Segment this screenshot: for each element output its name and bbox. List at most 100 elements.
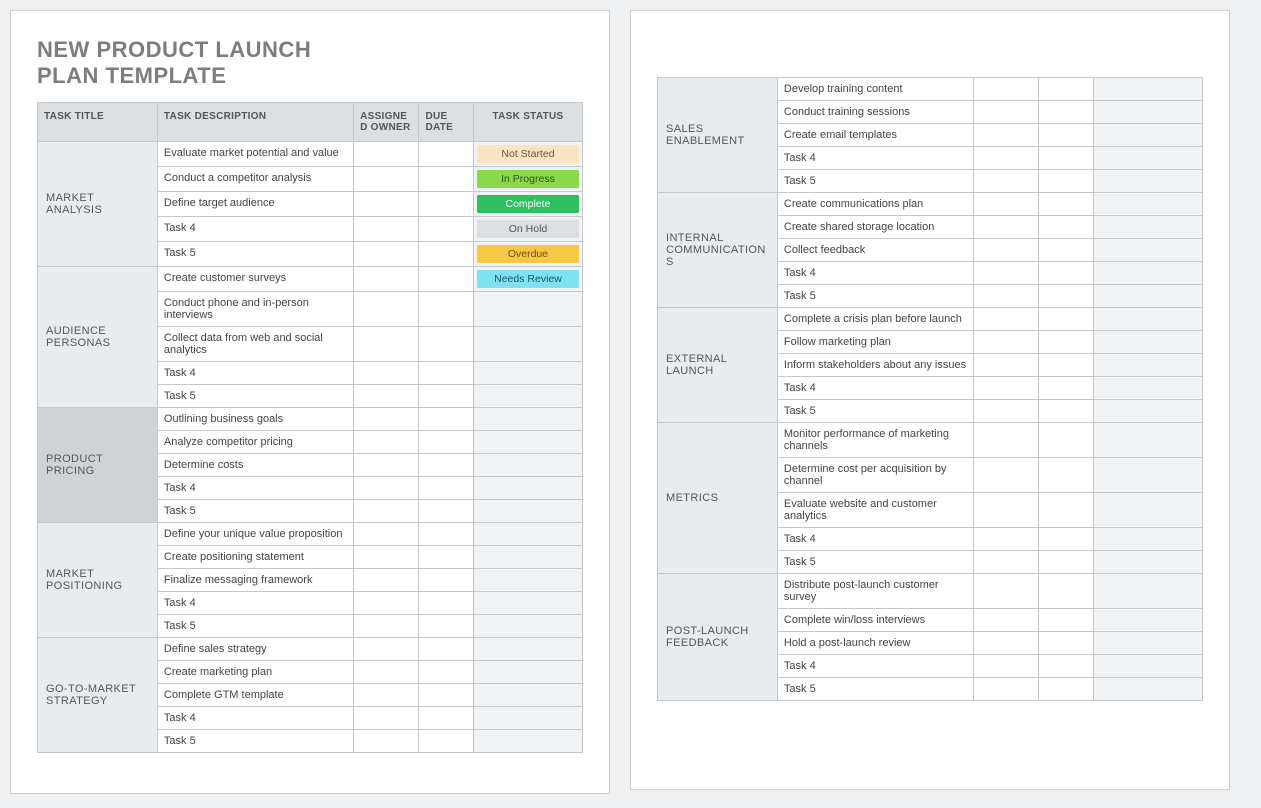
task-status bbox=[473, 706, 582, 729]
due-date bbox=[1039, 354, 1094, 377]
assigned-owner bbox=[354, 430, 419, 453]
task-status: Overdue bbox=[473, 241, 582, 266]
due-date bbox=[419, 568, 474, 591]
assigned-owner bbox=[974, 678, 1039, 701]
task-description: Evaluate market potential and value bbox=[157, 141, 353, 166]
assigned-owner bbox=[974, 551, 1039, 574]
task-status bbox=[473, 568, 582, 591]
due-date bbox=[419, 683, 474, 706]
due-date bbox=[419, 326, 474, 361]
task-description: Define target audience bbox=[157, 191, 353, 216]
due-date bbox=[419, 476, 474, 499]
status-pill: Complete bbox=[477, 195, 579, 213]
task-status bbox=[1093, 124, 1202, 147]
assigned-owner bbox=[354, 637, 419, 660]
due-date bbox=[1039, 458, 1094, 493]
assigned-owner bbox=[354, 384, 419, 407]
task-description: Task 4 bbox=[157, 216, 353, 241]
due-date bbox=[419, 216, 474, 241]
task-status bbox=[473, 522, 582, 545]
assigned-owner bbox=[974, 574, 1039, 609]
task-status bbox=[1093, 262, 1202, 285]
due-date bbox=[1039, 101, 1094, 124]
due-date bbox=[1039, 147, 1094, 170]
due-date bbox=[419, 407, 474, 430]
task-description: Finalize messaging framework bbox=[157, 568, 353, 591]
assigned-owner bbox=[354, 407, 419, 430]
task-status bbox=[1093, 216, 1202, 239]
task-description: Task 5 bbox=[157, 499, 353, 522]
task-description: Conduct training sessions bbox=[777, 101, 973, 124]
task-status bbox=[1093, 528, 1202, 551]
assigned-owner bbox=[974, 78, 1039, 101]
task-description: Determine costs bbox=[157, 453, 353, 476]
task-description: Task 5 bbox=[157, 614, 353, 637]
status-pill: Needs Review bbox=[477, 270, 579, 288]
assigned-owner bbox=[974, 193, 1039, 216]
section-title: METRICS bbox=[658, 423, 778, 574]
assigned-owner bbox=[974, 170, 1039, 193]
task-status bbox=[473, 499, 582, 522]
task-status bbox=[473, 545, 582, 568]
due-date bbox=[419, 291, 474, 326]
due-date bbox=[1039, 239, 1094, 262]
task-status bbox=[473, 291, 582, 326]
task-row: AUDIENCE PERSONASCreate customer surveys… bbox=[38, 266, 583, 291]
task-status bbox=[473, 637, 582, 660]
task-description: Distribute post-launch customer survey bbox=[777, 574, 973, 609]
task-status bbox=[473, 476, 582, 499]
task-description: Inform stakeholders about any issues bbox=[777, 354, 973, 377]
task-description: Complete win/loss interviews bbox=[777, 609, 973, 632]
assigned-owner bbox=[974, 655, 1039, 678]
due-date bbox=[419, 361, 474, 384]
task-description: Task 4 bbox=[777, 655, 973, 678]
section-title: AUDIENCE PERSONAS bbox=[38, 266, 158, 407]
assigned-owner bbox=[974, 216, 1039, 239]
task-description: Create customer surveys bbox=[157, 266, 353, 291]
task-description: Task 4 bbox=[777, 147, 973, 170]
task-status bbox=[1093, 285, 1202, 308]
task-status: Not Started bbox=[473, 141, 582, 166]
task-status bbox=[473, 407, 582, 430]
assigned-owner bbox=[354, 591, 419, 614]
assigned-owner bbox=[974, 609, 1039, 632]
plan-table-page2: SALES ENABLEMENTDevelop training content… bbox=[657, 77, 1203, 701]
task-description: Define sales strategy bbox=[157, 637, 353, 660]
task-row: MARKET POSITIONINGDefine your unique val… bbox=[38, 522, 583, 545]
assigned-owner bbox=[974, 423, 1039, 458]
task-row: METRICSMonitor performance of marketing … bbox=[658, 423, 1203, 458]
task-description: Analyze competitor pricing bbox=[157, 430, 353, 453]
task-status bbox=[473, 614, 582, 637]
task-description: Task 4 bbox=[157, 591, 353, 614]
section-title: POST-LAUNCH FEEDBACK bbox=[658, 574, 778, 701]
due-date bbox=[1039, 78, 1094, 101]
task-status bbox=[1093, 551, 1202, 574]
due-date bbox=[419, 591, 474, 614]
task-status bbox=[1093, 574, 1202, 609]
assigned-owner bbox=[974, 285, 1039, 308]
task-description: Create communications plan bbox=[777, 193, 973, 216]
assigned-owner bbox=[354, 241, 419, 266]
due-date bbox=[419, 729, 474, 752]
due-date bbox=[1039, 308, 1094, 331]
task-description: Task 4 bbox=[777, 528, 973, 551]
status-pill: Not Started bbox=[477, 145, 579, 163]
page-1: NEW PRODUCT LAUNCH PLAN TEMPLATE TASK TI… bbox=[10, 10, 610, 794]
task-status: On Hold bbox=[473, 216, 582, 241]
task-row: PRODUCT PRICINGOutlining business goals bbox=[38, 407, 583, 430]
assigned-owner bbox=[354, 706, 419, 729]
header-assigned-owner: ASSIGNED OWNER bbox=[354, 102, 419, 141]
task-status bbox=[473, 591, 582, 614]
section-title: INTERNAL COMMUNICATIONS bbox=[658, 193, 778, 308]
assigned-owner bbox=[354, 683, 419, 706]
assigned-owner bbox=[974, 493, 1039, 528]
assigned-owner bbox=[354, 191, 419, 216]
task-status bbox=[1093, 170, 1202, 193]
task-status bbox=[1093, 609, 1202, 632]
task-description: Task 5 bbox=[777, 551, 973, 574]
due-date bbox=[1039, 400, 1094, 423]
task-description: Determine cost per acquisition by channe… bbox=[777, 458, 973, 493]
assigned-owner bbox=[974, 239, 1039, 262]
task-row: POST-LAUNCH FEEDBACKDistribute post-laun… bbox=[658, 574, 1203, 609]
assigned-owner bbox=[354, 141, 419, 166]
